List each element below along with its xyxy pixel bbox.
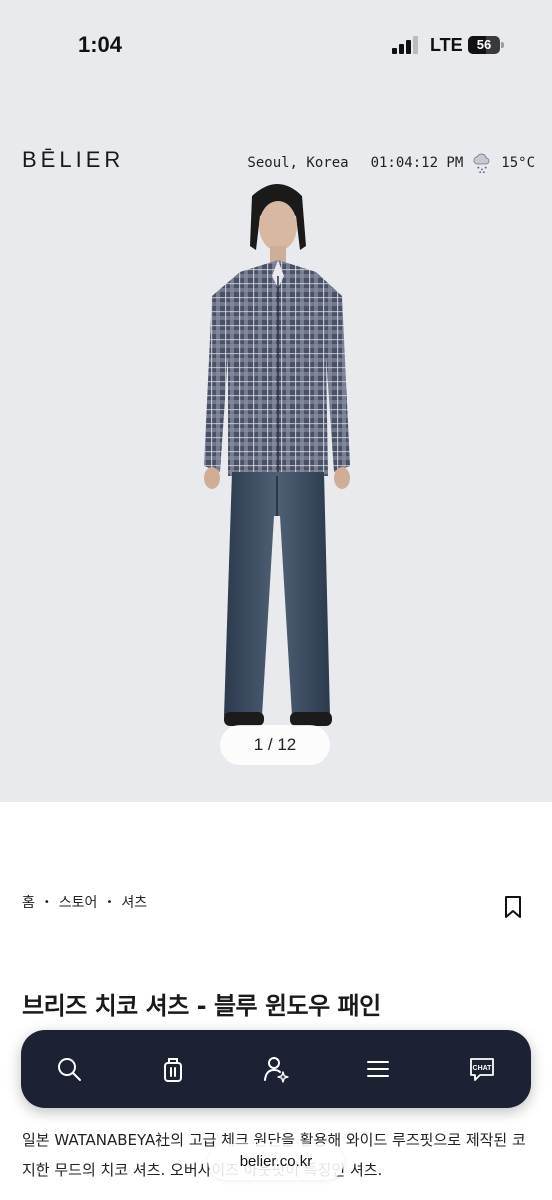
- gallery-pager: 1 / 12: [220, 725, 330, 765]
- battery-nub: [501, 42, 504, 48]
- bookmark-icon[interactable]: [503, 895, 523, 919]
- chat-label: CHAT: [473, 1065, 493, 1072]
- menu-button[interactable]: [348, 1030, 408, 1108]
- search-button[interactable]: [39, 1030, 99, 1108]
- cart-button[interactable]: [143, 1030, 203, 1108]
- battery-level: 56: [476, 37, 492, 52]
- location-text: Seoul, Korea: [247, 155, 349, 171]
- battery-icon: 56: [468, 36, 504, 54]
- chat-icon: CHAT: [470, 1058, 494, 1081]
- snow-cloud-icon: [473, 153, 490, 174]
- breadcrumb-separator: •: [43, 896, 50, 908]
- status-bar: 1:04 LTE 56: [0, 0, 552, 92]
- account-button[interactable]: [246, 1030, 306, 1108]
- product-model-image: [204, 184, 350, 726]
- breadcrumb-shirts[interactable]: 셔츠: [121, 892, 147, 912]
- network-type: LTE: [430, 35, 463, 55]
- clock-text: 01:04:12 PM: [370, 155, 464, 171]
- cellular-signal-icon: [392, 36, 420, 54]
- battery-body: 56: [468, 36, 500, 54]
- temperature-text: 15°C: [501, 155, 535, 171]
- bottom-navigation-bar: CHAT: [21, 1030, 531, 1108]
- breadcrumb: 홈 • 스토어 • 셔츠: [22, 892, 147, 912]
- status-time: 1:04: [78, 32, 123, 57]
- search-icon: [58, 1058, 81, 1081]
- menu-icon: [367, 1061, 389, 1077]
- browser-url-bar[interactable]: belier.co.kr: [208, 1144, 344, 1180]
- shopping-bag-icon: [164, 1058, 182, 1082]
- breadcrumb-store[interactable]: 스토어: [59, 892, 98, 912]
- brand-logo[interactable]: BĒLIER: [22, 147, 124, 173]
- product-gallery[interactable]: BĒLIER Seoul, Korea 01:04:12 PM 15°C 1 /…: [0, 92, 552, 802]
- breadcrumb-home[interactable]: 홈: [22, 892, 35, 912]
- user-sparkle-icon: [264, 1057, 289, 1083]
- location-info-bar: Seoul, Korea 01:04:12 PM 15°C: [247, 152, 535, 174]
- chat-button[interactable]: CHAT: [452, 1030, 512, 1108]
- breadcrumb-separator: •: [106, 896, 113, 908]
- product-title: 브리즈 치코 셔츠 - 블루 윈도우 패인: [22, 992, 381, 1020]
